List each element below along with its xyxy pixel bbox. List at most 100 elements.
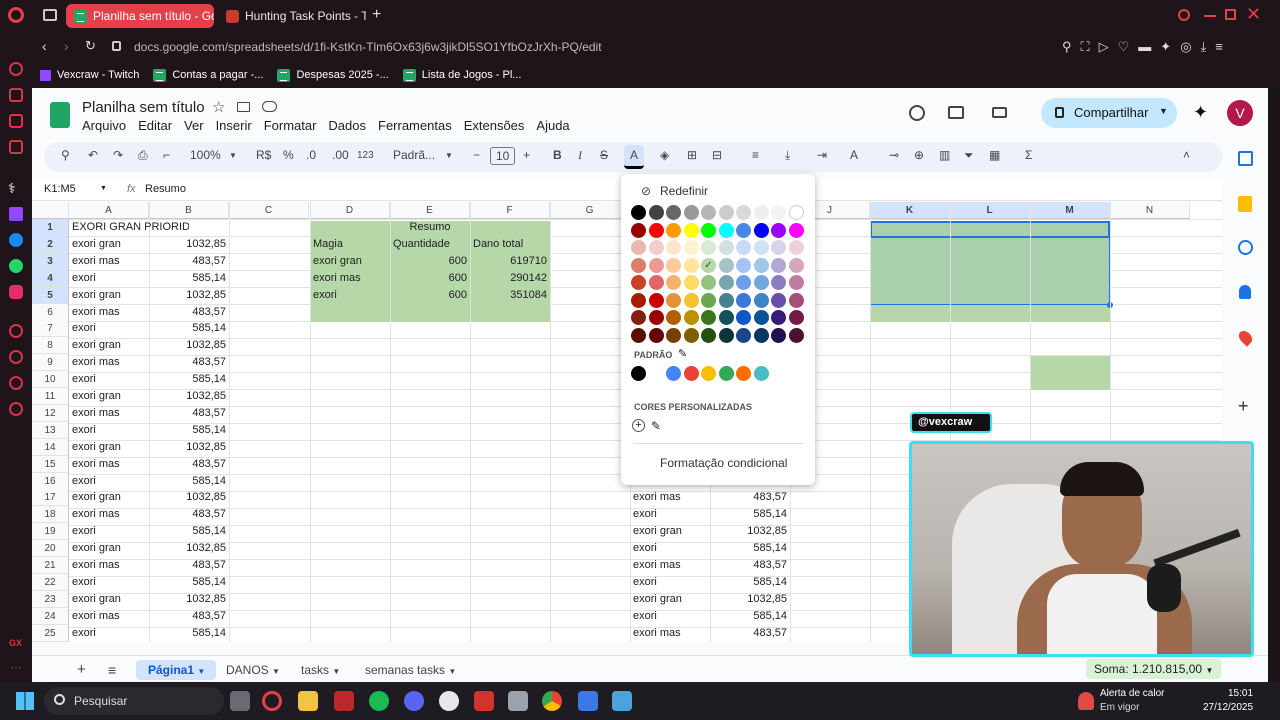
color-swatch[interactable] (683, 275, 699, 290)
cell-b[interactable]: 1032,85 (149, 591, 229, 608)
color-swatch[interactable] (771, 328, 786, 343)
color-swatch[interactable] (771, 205, 786, 220)
column-header-g[interactable]: G (550, 202, 630, 219)
name-box[interactable]: K1:M5 (44, 183, 76, 195)
doc-title[interactable]: Planilha sem título (82, 99, 205, 116)
cell-b[interactable]: 585,14 (149, 473, 229, 490)
play-icon[interactable]: ▷ (1099, 39, 1118, 54)
color-swatch[interactable] (631, 293, 646, 308)
resumo-header[interactable]: Quantidade (390, 236, 470, 253)
row-header[interactable]: 22 (32, 573, 69, 591)
instagram-icon[interactable] (9, 285, 23, 299)
cell-b[interactable]: 483,57 (149, 456, 229, 473)
row-header[interactable]: 8 (32, 337, 69, 355)
fill-color-icon[interactable]: ◈ (660, 148, 669, 162)
windows-start-icon[interactable] (16, 692, 34, 710)
strikethrough-icon[interactable]: S (600, 148, 608, 162)
workspaces-icon[interactable] (43, 9, 57, 21)
bold-icon[interactable]: B (553, 148, 562, 162)
row-header[interactable]: 12 (32, 404, 69, 422)
menu-icon[interactable]: ≡ (1215, 39, 1232, 54)
maximize-icon[interactable] (1225, 9, 1236, 20)
increase-decimal-button[interactable]: .00 (332, 148, 349, 162)
color-swatch[interactable] (718, 310, 734, 325)
color-swatch[interactable] (701, 205, 716, 220)
color-swatch[interactable] (683, 240, 699, 255)
link-icon[interactable]: ⊸ (889, 148, 899, 162)
standard-color-swatch[interactable] (648, 366, 664, 381)
row-header[interactable]: 11 (32, 388, 69, 405)
tab-danos[interactable]: DANOS ▼ (226, 660, 280, 680)
color-swatch[interactable] (736, 293, 751, 308)
cell-h[interactable]: exori gran (630, 591, 710, 608)
color-swatch[interactable] (666, 310, 681, 325)
cell-b[interactable]: 483,57 (149, 304, 229, 321)
color-swatch[interactable] (771, 223, 786, 238)
color-swatch[interactable] (631, 240, 646, 255)
row-header[interactable]: 21 (32, 557, 69, 574)
cell-i[interactable]: 585,14 (710, 506, 790, 523)
valign-icon[interactable]: ⤓ (785, 148, 790, 163)
conditional-formatting-link[interactable]: Formatação condicional (660, 456, 787, 470)
sidebar-history-icon[interactable] (9, 350, 23, 364)
standard-color-swatch[interactable] (666, 366, 681, 381)
cell-h[interactable]: exori gran (630, 523, 710, 540)
color-swatch[interactable] (666, 275, 681, 290)
color-swatch[interactable] (648, 328, 664, 343)
cell-b[interactable] (149, 219, 229, 236)
share-button[interactable]: Compartilhar ▼ (1041, 98, 1177, 128)
cell-b[interactable]: 483,57 (149, 354, 229, 371)
row-header[interactable]: 14 (32, 438, 69, 456)
color-swatch[interactable] (718, 240, 734, 255)
row-header[interactable]: 15 (32, 455, 69, 473)
row-header[interactable]: 13 (32, 421, 69, 439)
opera-logo-icon[interactable] (8, 7, 24, 23)
color-swatch[interactable] (648, 223, 664, 238)
add-sheet-icon[interactable]: + (77, 660, 86, 680)
borders-icon[interactable]: ⊞ (687, 148, 697, 162)
cell-b[interactable]: 585,14 (149, 422, 229, 439)
formula-input[interactable]: Resumo (145, 183, 186, 195)
cell-h[interactable]: exori (630, 506, 710, 523)
cell-b[interactable]: 1032,85 (149, 439, 229, 456)
tab-dropdown-icon[interactable]: ▼ (272, 667, 280, 676)
color-swatch[interactable] (683, 205, 699, 220)
cell-i[interactable]: 585,14 (710, 574, 790, 591)
cell-b[interactable]: 483,57 (149, 506, 229, 523)
color-swatch[interactable] (718, 205, 734, 220)
voicemod-icon[interactable] (334, 691, 354, 711)
row-header[interactable]: 9 (32, 354, 69, 372)
cell-h[interactable]: exori (630, 608, 710, 625)
cell-b[interactable]: 585,14 (149, 371, 229, 388)
resumo-cell[interactable]: 351084 (470, 287, 550, 304)
align-icon[interactable]: ≡ (752, 148, 759, 162)
back-icon[interactable]: ‹ (42, 38, 47, 54)
row-header[interactable]: 7 (32, 320, 69, 338)
color-swatch[interactable] (753, 258, 769, 273)
corner-cell[interactable] (32, 202, 69, 219)
color-swatch[interactable] (718, 293, 734, 308)
column-header-d[interactable]: D (310, 202, 390, 219)
font-size-decrease-icon[interactable]: − (473, 148, 480, 162)
font-size-increase-icon[interactable]: + (523, 148, 530, 162)
functions-icon[interactable]: Σ (1025, 148, 1032, 162)
app-icon-b[interactable] (474, 691, 494, 711)
notepad-icon[interactable] (612, 691, 632, 711)
sidebar-refresh-icon[interactable] (9, 62, 23, 76)
row-header[interactable]: 20 (32, 540, 69, 558)
color-swatch[interactable] (683, 293, 699, 308)
row-header[interactable]: 2 (32, 235, 69, 253)
extensions-icon[interactable]: ✦ (1160, 39, 1180, 54)
cell-b[interactable]: 1032,85 (149, 540, 229, 557)
sidebar-ai-icon[interactable]: ⚕ (8, 180, 16, 197)
color-swatch[interactable] (788, 258, 804, 273)
cell-h[interactable]: exori (630, 540, 710, 557)
color-swatch[interactable] (753, 293, 769, 308)
redo-icon[interactable]: ↷ (113, 148, 123, 162)
color-swatch[interactable] (648, 205, 664, 220)
sidebar-image-icon[interactable] (9, 114, 23, 128)
wrap-icon[interactable]: ⇥ (817, 148, 827, 162)
maps-icon[interactable] (1236, 328, 1255, 347)
font-dropdown-icon[interactable]: ▼ (445, 151, 453, 160)
tab-planilha[interactable]: Planilha sem título - Goog (66, 4, 214, 28)
